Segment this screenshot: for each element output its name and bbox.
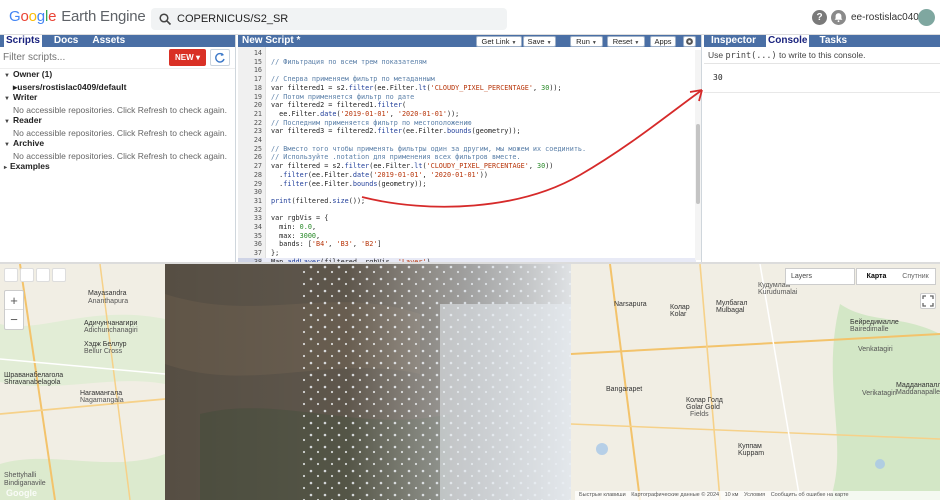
map-place-label: Kurudumalai [758, 289, 798, 296]
map-place-label: Адичунчанагири [84, 320, 138, 327]
map-place-label: Мадданапалле [896, 382, 940, 389]
map-place-label: Golar Gold [686, 404, 720, 411]
map-view[interactable]: Mayasandra Ananthapura Адичунчанагири Adich… [0, 264, 940, 500]
map-place-label: Mayasandra [88, 290, 127, 297]
zoom-in-button[interactable]: + [5, 291, 23, 310]
map-place-label: Kuppam [738, 450, 765, 457]
map-place-label: Bairedimalle [850, 326, 889, 333]
map-place-label: Bellur Cross [84, 348, 123, 355]
google-watermark: Google [6, 488, 37, 498]
hand-tool-icon[interactable] [4, 268, 18, 282]
map-place-label: Nagamangala [80, 397, 124, 404]
map-place-label: Колар Голд [686, 397, 723, 404]
map-place-label: Куппам [738, 443, 762, 450]
map-footer: Быстрые клавиши Картографические данные … [575, 491, 940, 500]
map-place-label: Bangarapet [606, 386, 643, 393]
map-place-label: Kolar [670, 311, 687, 318]
map-canvas [0, 264, 940, 500]
layers-label: Layers [791, 273, 813, 280]
map-data-attribution: Картографические данные © 2024 [631, 492, 720, 498]
keyboard-shortcuts-link[interactable]: Быстрые клавиши [579, 492, 626, 498]
map-place-label: Fields [690, 411, 709, 418]
map-place-label: Verikatagiri [862, 390, 897, 397]
map-place-label: Нагамангала [80, 390, 123, 397]
map-place-label: Shravanabelagola [4, 379, 61, 386]
fullscreen-icon [922, 295, 934, 307]
map-place-label: Ananthapura [88, 298, 129, 305]
map-place-label: Колар [670, 304, 690, 311]
map-place-label: Хэдж Беллур [84, 341, 127, 348]
zoom-out-button[interactable]: − [5, 310, 23, 329]
zoom-control[interactable]: + − [4, 290, 24, 330]
fullscreen-button[interactable] [920, 293, 936, 309]
map-place-label: Bindiganavile [4, 480, 46, 487]
map-type-satellite-button[interactable]: Спутник [896, 269, 935, 284]
annotation-arrow [361, 89, 703, 208]
map-place-label: Narsapura [614, 301, 647, 308]
layers-control[interactable]: Layers [785, 268, 855, 285]
point-tool-icon[interactable] [20, 268, 34, 282]
map-place-label: Шраванабелагола [4, 372, 64, 379]
map-place-label: Mulbagal [716, 307, 745, 314]
scale-label: 10 км [724, 492, 739, 498]
map-place-label: Мулбагал [716, 300, 748, 307]
map-place-label: Maddanapalle [896, 389, 940, 396]
terms-link[interactable]: Условия [744, 492, 765, 498]
map-place-label: Shettyhalli [4, 472, 37, 479]
line-tool-icon[interactable] [36, 268, 50, 282]
map-place-label: Venkatagiri [858, 346, 893, 353]
map-place-label: Adichunchanagiri [84, 327, 138, 334]
map-type-map-button[interactable]: Карта [857, 269, 896, 284]
report-error-link[interactable]: Сообщить об ошибке на карте [771, 492, 849, 498]
polygon-tool-icon[interactable] [52, 268, 66, 282]
map-type-toggle: Карта Спутник [856, 268, 936, 285]
map-place-label: Бейредималле [850, 319, 899, 326]
